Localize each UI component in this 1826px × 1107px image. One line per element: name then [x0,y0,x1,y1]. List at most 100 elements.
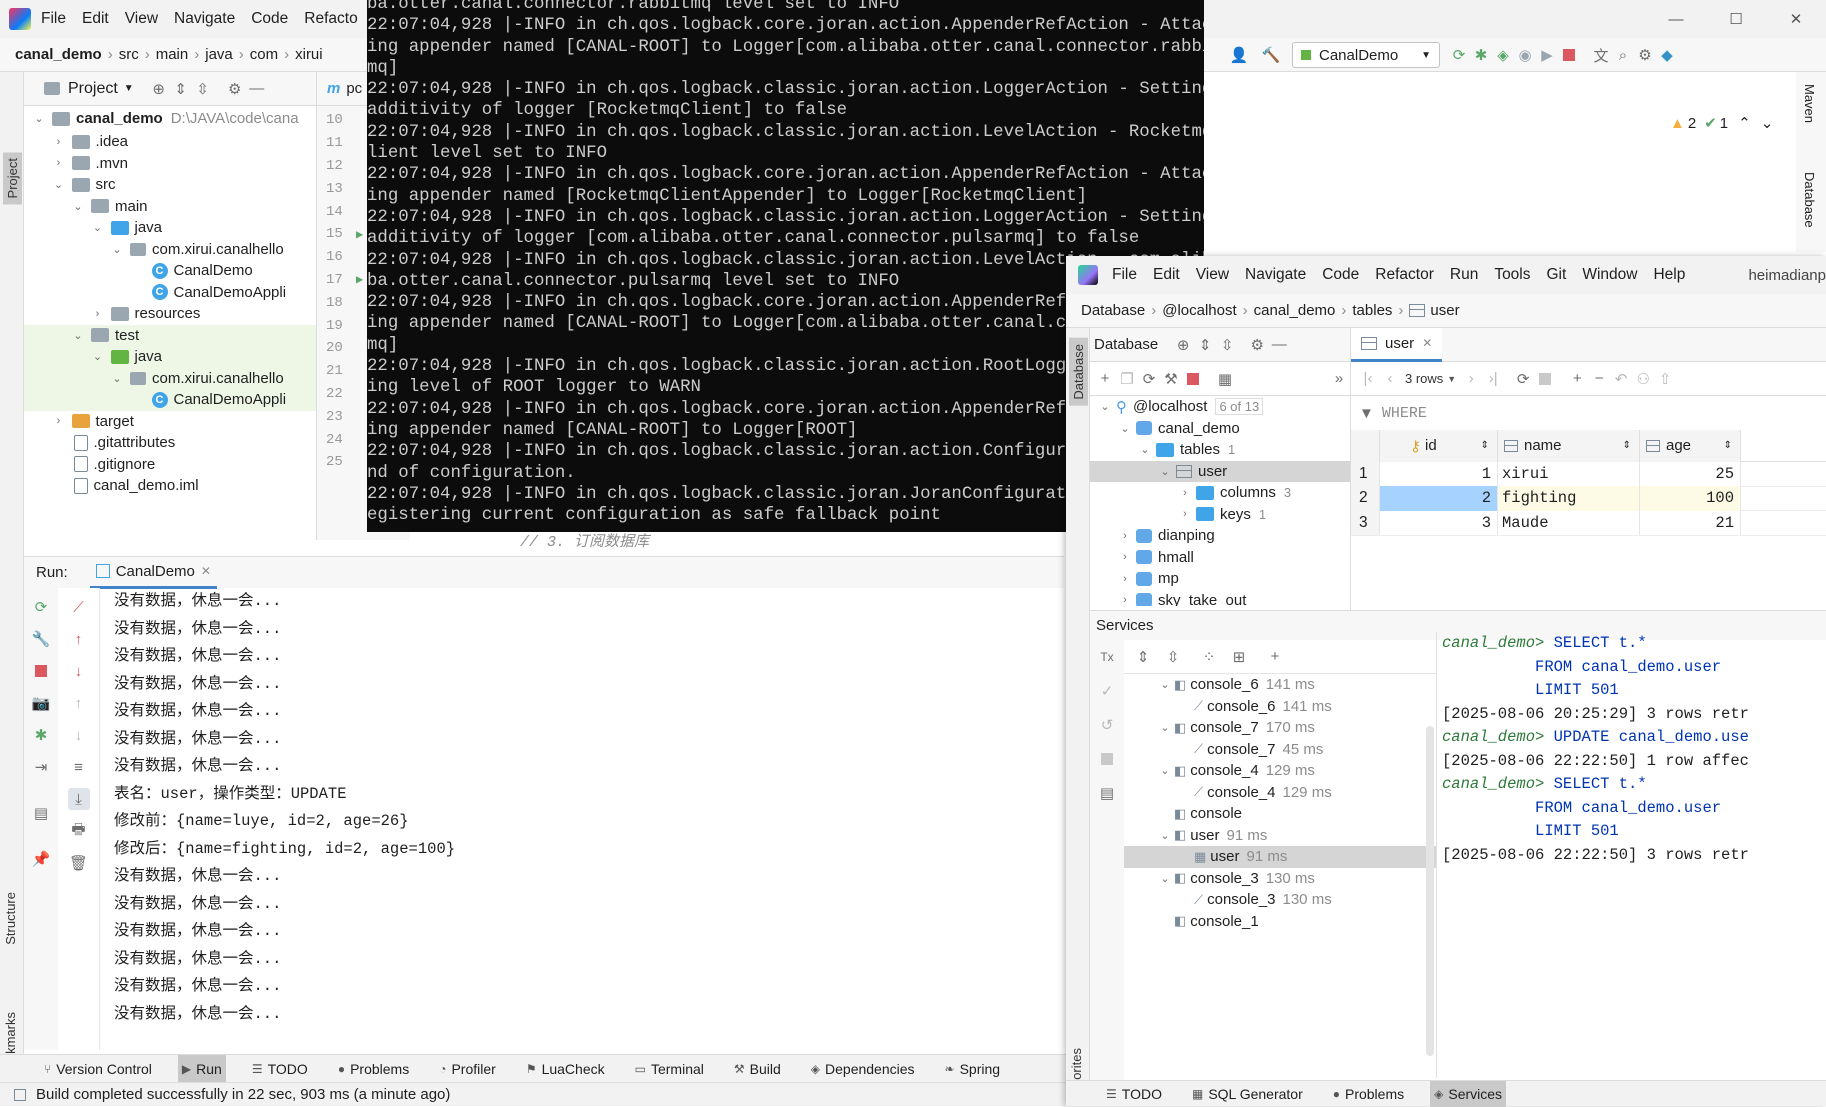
breadcrumb-item[interactable]: user [1430,302,1459,319]
new-tab-icon[interactable]: ⊞ [1228,646,1250,668]
more-icon[interactable]: » [1328,368,1350,390]
tree-item[interactable]: ⌄ com.xirui.canalhello [24,239,316,261]
last-page-icon[interactable]: ›| [1482,368,1504,390]
refresh-icon[interactable]: ⟳ [1512,368,1534,390]
arrow-down-icon[interactable]: ↓ [68,660,90,682]
menu-edit[interactable]: Edit [1153,266,1180,284]
chevron-icon[interactable]: › [54,415,64,427]
layout-icon[interactable]: ▤ [1096,782,1118,804]
menu-view[interactable]: View [125,10,158,28]
tree-schema[interactable]: ⌄ canal_demo [1090,418,1350,440]
hide-icon[interactable]: — [1268,334,1290,356]
chevron-icon[interactable]: › [93,308,103,320]
expand-all-icon[interactable]: ⇕ [170,78,192,100]
close-icon[interactable]: ✕ [1422,336,1432,350]
add-row-icon[interactable]: + [1566,368,1588,390]
service-item[interactable]: ⌄ ◧ console_3 130 ms [1124,868,1436,890]
table-row[interactable]: 2 2 fighting 100 [1351,486,1826,511]
chevron-icon[interactable]: ⌄ [112,243,122,256]
commit-icon[interactable]: ✓ [1096,680,1118,702]
services-scrollbar[interactable] [1426,726,1434,1056]
bottom-tab-run[interactable]: ▶ Run [177,1054,226,1083]
tab-maven[interactable]: Maven [1802,84,1817,123]
breadcrumb-item[interactable]: canal_demo [15,46,102,63]
run-config-select[interactable]: CanalDemo ▼ [1292,42,1440,68]
chevron-icon[interactable]: ⌄ [1160,721,1170,734]
cell-id[interactable]: 3 [1379,510,1497,535]
cell-name[interactable]: fighting [1497,486,1639,511]
rows-select[interactable]: 3 rows [1405,371,1443,386]
tree-item[interactable]: › target [24,411,316,433]
schema-icon[interactable]: ⚒ [1160,368,1182,390]
chevron-icon[interactable]: › [54,136,64,148]
tree-item[interactable]: canal_demo.iml [24,475,316,497]
chevron-icon[interactable]: ⌄ [54,178,64,191]
collapse-all-icon[interactable]: ⇳ [1162,646,1184,668]
cell-name[interactable]: Maude [1497,510,1639,535]
bottom-tab-todo[interactable]: ☰ TODO [248,1055,312,1083]
chevron-icon[interactable]: › [1120,573,1130,585]
grid-tab[interactable]: user ✕ [1351,327,1443,362]
hide-icon[interactable]: — [246,78,268,100]
tree-schema-item[interactable]: › hmall [1090,547,1350,569]
bottom-tab-dependencies[interactable]: ◈ Dependencies [807,1055,919,1083]
tree-item[interactable]: ⌄ test [24,324,316,346]
stop-icon[interactable] [1558,44,1580,66]
chevron-icon[interactable]: ⌄ [1160,872,1170,885]
breadcrumb-item[interactable]: main [156,46,189,63]
menu-code[interactable]: Code [251,10,288,28]
debug-icon[interactable]: ✱ [30,724,52,746]
breadcrumb-item[interactable]: src [119,46,139,63]
tree-columns[interactable]: › columns 3 [1090,482,1350,504]
table-row[interactable]: 1 1 xirui 25 [1351,461,1826,487]
add-icon[interactable]: + [1094,368,1116,390]
chevron-icon[interactable]: ⌄ [1160,764,1170,777]
menu-window[interactable]: Window [1582,266,1637,284]
tree-root[interactable]: ⌄ canal_demo D:\JAVA\code\cana [24,106,316,131]
plugin-icon[interactable]: ◆ [1656,44,1678,66]
trash-icon[interactable]: 🗑 [68,852,90,874]
service-item[interactable]: ⟋ console_6 141 ms [1124,696,1436,718]
service-item[interactable]: ⟋ console_3 130 ms [1124,889,1436,911]
where-filter[interactable]: ▼ WHERE [1350,396,1826,430]
services-output[interactable]: canal_demo> SELECT t.* FROM canal_demo.u… [1436,632,1826,1078]
chevron-down-icon[interactable]: ▼ [124,83,134,94]
chevron-icon[interactable]: ⌄ [93,350,103,363]
close-button[interactable]: ✕ [1766,10,1826,28]
bottom-tab-luacheck[interactable]: ⚑ LuaCheck [522,1055,609,1083]
user-icon[interactable]: 👤 [1228,44,1250,66]
chevron-icon[interactable]: › [54,157,64,169]
bottom-tab-sql-generator[interactable]: ▦ SQL Generator [1188,1081,1307,1107]
chevron-down-icon[interactable]: ▼ [1447,374,1456,384]
cell-age[interactable]: 25 [1639,461,1741,486]
chevron-icon[interactable]: ⌄ [1160,829,1170,842]
tree-item[interactable]: C CanalDemoAppli [24,389,316,411]
column-header-age[interactable]: age ⇕ [1639,429,1741,462]
rerun-icon[interactable]: ⟳ [30,596,52,618]
menu-git[interactable]: Git [1547,266,1567,284]
status-icon[interactable] [14,1088,26,1101]
tab-database[interactable]: Database [1069,338,1088,406]
service-item[interactable]: ⌄ ◧ user 91 ms [1124,825,1436,847]
menu-file[interactable]: File [41,10,66,28]
search-icon[interactable]: ⌕ [1612,44,1634,66]
tree-table-user[interactable]: ⌄ user [1090,460,1350,482]
profile-icon[interactable]: ◉ [1514,44,1536,66]
collapse-all-icon[interactable]: ⇳ [1216,334,1238,356]
wrench-icon[interactable]: 🔧 [30,628,52,650]
tree-item[interactable]: › .idea [24,131,316,153]
tree-item[interactable]: ⌄ java [24,217,316,239]
cell-id[interactable]: 1 [1379,461,1497,486]
tab-structure[interactable]: Structure [3,892,18,945]
service-item[interactable]: ⌄ ◧ console_6 141 ms [1124,674,1436,696]
breadcrumb-item[interactable]: Database [1081,302,1145,319]
breadcrumb-item[interactable]: tables [1352,302,1392,319]
chevron-icon[interactable]: ⌄ [73,200,83,213]
service-item[interactable]: ◧ console [1124,803,1436,825]
breadcrumb-item[interactable]: @localhost [1162,302,1236,319]
maximize-button[interactable]: ☐ [1706,10,1766,28]
group-icon[interactable]: ⁘ [1198,646,1220,668]
tree-item[interactable]: .gitattributes [24,432,316,454]
gear-icon[interactable]: ⚙ [1246,334,1268,356]
menu-help[interactable]: Help [1653,266,1685,284]
